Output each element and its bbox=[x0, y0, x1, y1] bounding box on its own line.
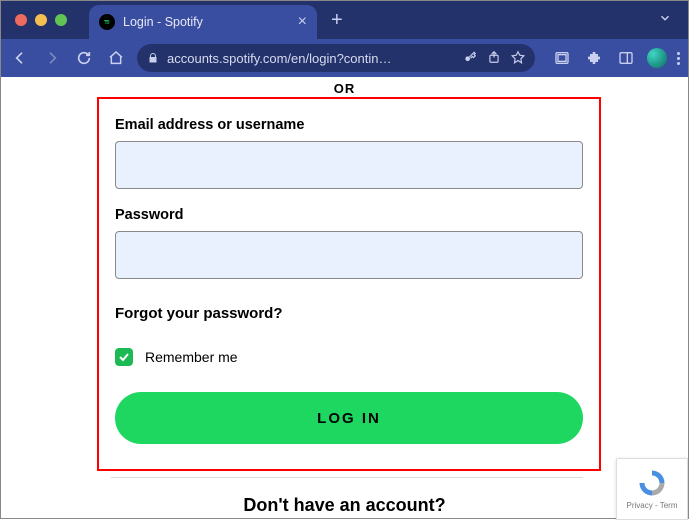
spotify-favicon bbox=[99, 14, 115, 30]
no-account-heading: Don't have an account? bbox=[1, 495, 688, 516]
password-label: Password bbox=[115, 207, 583, 223]
tab-title: Login - Spotify bbox=[123, 15, 290, 29]
login-form-highlight: Email address or username Password Forgo… bbox=[97, 97, 601, 471]
remember-checkbox[interactable] bbox=[115, 348, 133, 366]
reader-icon[interactable] bbox=[551, 47, 573, 69]
browser-toolbar: accounts.spotify.com/en/login?contin… bbox=[1, 39, 688, 77]
email-input[interactable] bbox=[115, 141, 583, 189]
login-button[interactable]: LOG IN bbox=[115, 392, 583, 444]
star-icon[interactable] bbox=[511, 50, 525, 67]
share-icon[interactable] bbox=[487, 50, 501, 67]
address-bar[interactable]: accounts.spotify.com/en/login?contin… bbox=[137, 44, 535, 72]
menu-button[interactable] bbox=[677, 52, 680, 65]
remember-me-row[interactable]: Remember me bbox=[115, 348, 583, 366]
page-content: OR Email address or username Password Fo… bbox=[1, 77, 688, 520]
panel-icon[interactable] bbox=[615, 47, 637, 69]
forgot-password-link[interactable]: Forgot your password? bbox=[115, 305, 583, 322]
window-titlebar: Login - Spotify × + bbox=[1, 1, 688, 39]
recaptcha-icon bbox=[637, 468, 667, 498]
browser-tab[interactable]: Login - Spotify × bbox=[89, 5, 317, 39]
window-controls bbox=[15, 14, 67, 26]
extensions-icon[interactable] bbox=[583, 47, 605, 69]
new-tab-button[interactable]: + bbox=[331, 9, 343, 32]
password-input[interactable] bbox=[115, 231, 583, 279]
close-window-button[interactable] bbox=[15, 14, 27, 26]
close-tab-button[interactable]: × bbox=[298, 13, 307, 31]
maximize-window-button[interactable] bbox=[55, 14, 67, 26]
recaptcha-legal: Privacy - Term bbox=[627, 501, 678, 510]
home-button[interactable] bbox=[105, 47, 127, 69]
lock-icon bbox=[147, 52, 159, 64]
minimize-window-button[interactable] bbox=[35, 14, 47, 26]
forward-button[interactable] bbox=[41, 47, 63, 69]
url-text: accounts.spotify.com/en/login?contin… bbox=[167, 51, 455, 66]
key-icon[interactable] bbox=[463, 50, 477, 67]
back-button[interactable] bbox=[9, 47, 31, 69]
tab-overflow-button[interactable] bbox=[658, 11, 672, 30]
divider-or: OR bbox=[1, 81, 688, 96]
divider-line bbox=[111, 477, 583, 478]
reload-button[interactable] bbox=[73, 47, 95, 69]
email-label: Email address or username bbox=[115, 117, 583, 133]
remember-label: Remember me bbox=[145, 349, 238, 365]
recaptcha-badge[interactable]: Privacy - Term bbox=[616, 458, 688, 520]
profile-avatar[interactable] bbox=[647, 48, 667, 68]
